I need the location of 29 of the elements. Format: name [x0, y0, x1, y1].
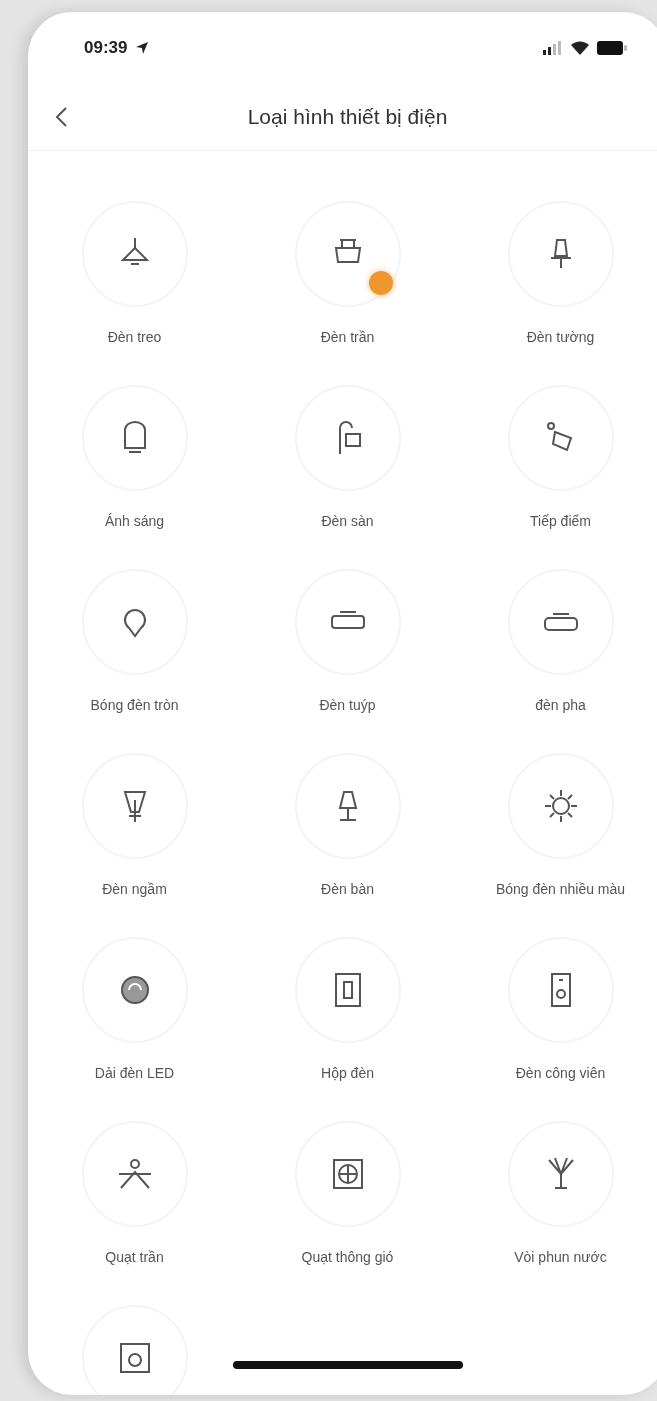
device-type-label: Vòi phun nước [514, 1249, 607, 1267]
device-type-label: Đèn trần [320, 329, 375, 347]
battery-icon [597, 41, 627, 55]
device-type-label: Bóng đèn nhiều màu [495, 881, 626, 899]
page-title: Loại hình thiết bị điện [247, 105, 448, 129]
device-type-label: Tiếp điểm [530, 513, 591, 531]
device-type-label: Quạt thông gió [301, 1249, 394, 1267]
device-type-label: Đèn tường [526, 329, 595, 347]
device-type-label: Đèn tuýp [319, 697, 376, 715]
device-type-label: Hộp đèn [321, 1065, 374, 1083]
signal-icon [543, 41, 563, 55]
status-time: 09:39 [84, 38, 128, 58]
device-type-label: đèn pha [535, 697, 586, 715]
device-type-label: Bóng đèn tròn [90, 697, 179, 715]
device-type-label: Quạt trần [105, 1249, 164, 1267]
device-type-button[interactable] [81, 1305, 188, 1395]
device-type-label: Đèn sàn [321, 513, 374, 531]
device-type-label: Ánh sáng [104, 513, 165, 531]
device-type-button[interactable] [294, 937, 401, 1043]
device-type-label: Dải đèn LED [94, 1065, 175, 1083]
device-type-label: Đèn bàn [321, 881, 374, 899]
device-type-button[interactable] [507, 937, 614, 1043]
wifi-icon [571, 41, 589, 55]
chevron-left-icon [54, 106, 68, 128]
device-type-button[interactable] [294, 1121, 401, 1227]
device-type-label: Đèn treo [107, 329, 162, 347]
location-arrow-icon [135, 41, 150, 55]
device-type-label: Đèn ngầm [102, 881, 167, 899]
device-type-label: Đèn công viên [515, 1065, 606, 1083]
